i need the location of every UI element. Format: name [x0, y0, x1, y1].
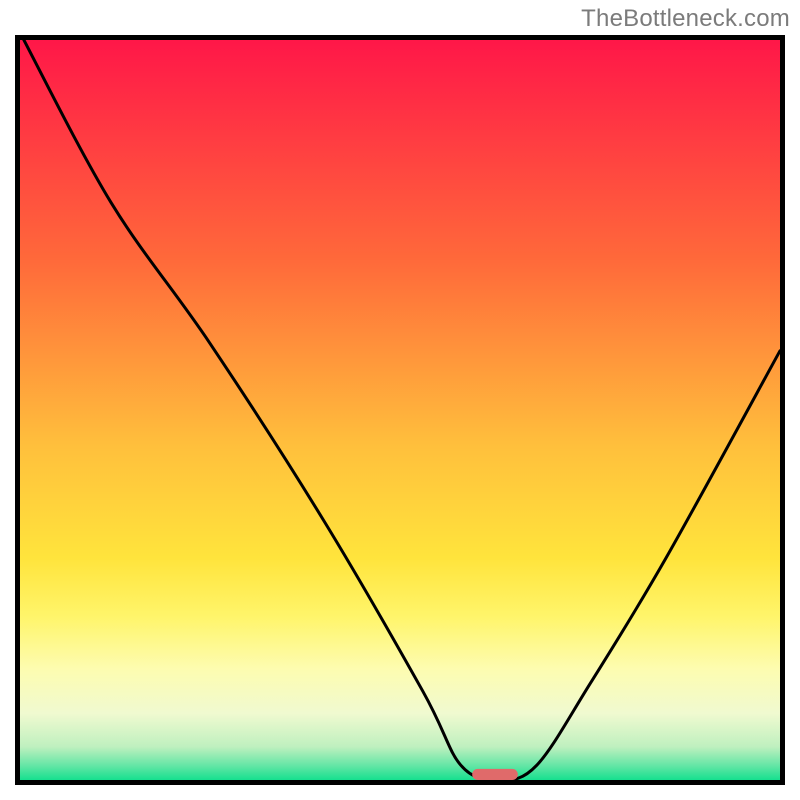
optimal-marker — [472, 769, 518, 780]
gradient-background — [20, 40, 780, 780]
plot-area — [15, 35, 785, 785]
source-watermark: TheBottleneck.com — [581, 5, 790, 33]
chart-container: TheBottleneck.com — [0, 0, 800, 800]
chart-svg — [20, 40, 780, 780]
